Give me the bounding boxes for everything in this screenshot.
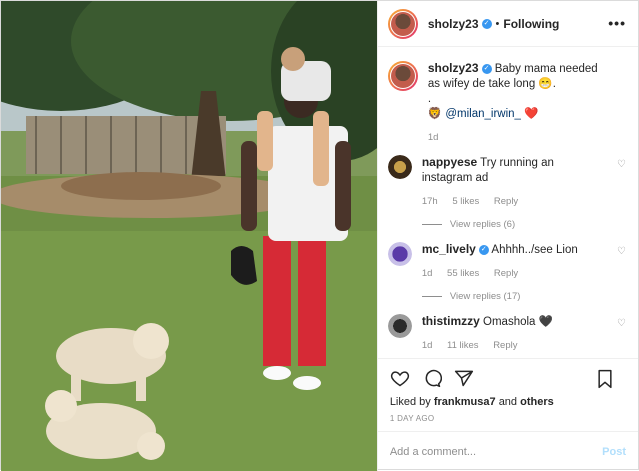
comment-time: 1d	[421, 340, 433, 351]
comment-like-heart-icon[interactable]: ♡	[617, 159, 626, 170]
comment-likes[interactable]: 5 likes	[452, 196, 479, 207]
view-replies-label: View replies (17)	[449, 291, 521, 302]
author-info: sholzy23 ✓ • Following	[428, 17, 560, 31]
header-separator: •	[495, 17, 500, 30]
caption-username[interactable]: sholzy23	[428, 61, 479, 75]
comment-likes[interactable]: 55 likes	[447, 268, 479, 279]
instagram-post: sholzy23 ✓ • Following ••• sholzy23 ✓ Bab…	[0, 0, 639, 471]
heart-outline-icon[interactable]	[390, 368, 410, 388]
comment-meta: 1d 11 likes Reply	[422, 338, 606, 353]
comment-item: mc_lively ✓ Ahhhh../see Lion 1d 55 likes …	[387, 242, 628, 304]
caption-time: 1d	[427, 132, 439, 143]
view-replies-label: View replies (6)	[449, 219, 516, 230]
commenter-avatar[interactable]	[387, 242, 412, 266]
post-photo[interactable]	[1, 1, 377, 471]
comment-body: nappyese Try running an instagram ad 17h…	[421, 155, 628, 232]
author-avatar[interactable]	[387, 8, 418, 39]
post-comment-button[interactable]: Post	[602, 446, 626, 458]
comment-item: thistimzzy Omashola 🖤 1d 11 likes Reply …	[387, 314, 628, 353]
comments-list[interactable]: sholzy23 ✓ Baby mama needed as wifey de t…	[378, 47, 638, 358]
comment-meta: 1d 55 likes Reply	[422, 266, 606, 281]
comment-text: Ahhhh../see Lion	[491, 244, 578, 256]
caption-avatar[interactable]	[387, 61, 418, 91]
lion-emoji-icon: 🦁	[427, 108, 443, 120]
post-header: sholzy23 ✓ • Following •••	[377, 1, 638, 47]
paper-plane-icon[interactable]	[454, 368, 474, 388]
author-username[interactable]: sholzy23	[428, 17, 479, 31]
verified-badge-icon: ✓	[481, 63, 492, 74]
comment-body: mc_lively ✓ Ahhhh../see Lion 1d 55 likes …	[421, 242, 628, 304]
liked-by-others[interactable]: others	[520, 396, 554, 408]
reply-button[interactable]: Reply	[494, 268, 518, 279]
comment-time: 1d	[421, 268, 433, 279]
liked-by-and: and	[498, 396, 518, 408]
verified-badge-icon: ✓	[478, 244, 489, 255]
verified-badge-icon: ✓	[481, 18, 492, 29]
add-comment-input[interactable]	[389, 445, 603, 458]
view-replies-button[interactable]: View replies (17)	[421, 289, 606, 304]
view-replies-button[interactable]: View replies (6)	[421, 217, 606, 232]
post-photo-illustration	[1, 1, 377, 471]
liked-by-user[interactable]: frankmusa7	[434, 396, 496, 408]
caption-item: sholzy23 ✓ Baby mama needed as wifey de t…	[387, 61, 628, 145]
commenter-avatar[interactable]	[387, 155, 412, 179]
comment-username[interactable]: mc_lively	[422, 242, 476, 256]
replies-divider	[421, 296, 442, 297]
likes-summary: Liked by frankmusa7 and others	[378, 396, 638, 408]
replies-divider	[421, 224, 442, 225]
comment-item: nappyese Try running an instagram ad 17h…	[387, 155, 628, 232]
comment-username[interactable]: nappyese	[422, 155, 477, 169]
commenter-avatar[interactable]	[387, 314, 412, 338]
more-options-icon[interactable]: •••	[608, 15, 626, 31]
comment-like-heart-icon[interactable]: ♡	[617, 246, 626, 257]
comment-likes[interactable]: 11 likes	[447, 340, 479, 351]
caption-dot: .	[427, 93, 432, 105]
reply-button[interactable]: Reply	[493, 340, 517, 351]
liked-by-prefix: Liked by	[389, 396, 431, 408]
comment-body: thistimzzy Omashola 🖤 1d 11 likes Reply	[422, 314, 628, 353]
red-heart-emoji-icon: ❤️	[524, 108, 539, 120]
post-actions-bar	[377, 358, 638, 396]
comment-text: Omashola 🖤	[483, 316, 553, 328]
caption-body: sholzy23 ✓ Baby mama needed as wifey de t…	[428, 61, 628, 145]
post-timestamp: 1 DAY AGO	[389, 414, 435, 423]
comment-username[interactable]: thistimzzy	[422, 314, 480, 328]
reply-button[interactable]: Reply	[494, 196, 518, 207]
comment-like-heart-icon[interactable]: ♡	[617, 318, 626, 329]
post-side-panel: sholzy23 ✓ • Following ••• sholzy23 ✓ Bab…	[376, 1, 638, 471]
bookmark-icon[interactable]	[596, 369, 614, 389]
following-button[interactable]: Following	[503, 17, 559, 31]
add-comment-bar: Post	[377, 431, 638, 471]
comment-bubble-icon[interactable]	[422, 368, 442, 388]
caption-mention-link[interactable]: @milan_irwin_	[445, 108, 521, 120]
comment-time: 17h	[421, 196, 438, 207]
comment-meta: 17h 5 likes Reply	[422, 194, 606, 209]
